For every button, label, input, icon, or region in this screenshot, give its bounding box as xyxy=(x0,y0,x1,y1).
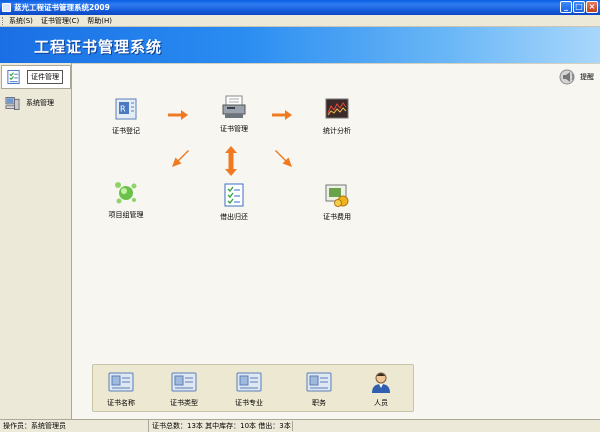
maximize-button[interactable]: □ xyxy=(573,1,585,13)
header-banner: 工程证书管理系统 xyxy=(0,27,600,63)
menu-system[interactable]: 系统(S) xyxy=(7,16,39,26)
chart-icon xyxy=(325,98,349,119)
module-label: 借出归还 xyxy=(220,213,248,221)
computer-icon xyxy=(5,97,20,110)
arrow-down-left-icon xyxy=(172,150,189,167)
base-label: 职务 xyxy=(312,399,326,407)
base-label: 证书专业 xyxy=(235,399,263,407)
sidebar-item-system[interactable]: 系统管理 xyxy=(1,91,71,115)
status-divider xyxy=(292,421,293,431)
base-label: 证书名称 xyxy=(107,399,135,407)
reminder-label: 提醒 xyxy=(580,73,594,81)
module-statistics[interactable]: 统计分析 xyxy=(307,96,367,136)
banner-title: 工程证书管理系统 xyxy=(34,38,163,56)
menu-certificate[interactable]: 证书管理(C) xyxy=(39,16,85,26)
arrow-down-right-icon xyxy=(275,150,292,167)
module-label: 证书费用 xyxy=(323,213,351,221)
base-position[interactable]: 职务 xyxy=(294,371,344,408)
base-personnel[interactable]: 人员 xyxy=(356,371,406,408)
app-icon xyxy=(2,3,11,12)
id-card-icon xyxy=(306,372,332,392)
speaker-icon xyxy=(559,69,575,85)
group-icon xyxy=(115,182,137,204)
module-project-group[interactable]: 项目组管理 xyxy=(96,180,156,220)
module-register[interactable]: R 证书登记 xyxy=(96,96,156,136)
base-label: 证书类型 xyxy=(170,399,198,407)
base-label: 人员 xyxy=(374,399,388,407)
window-title: 蓝光工程证书管理系统2009 xyxy=(14,3,110,12)
module-manage[interactable]: 证书管理 xyxy=(204,94,264,134)
id-card-icon xyxy=(236,372,262,392)
checklist-icon xyxy=(224,183,244,207)
close-button[interactable]: × xyxy=(586,1,598,13)
status-summary: 证书总数：13本 其中库存：10本 借出：3本 xyxy=(148,420,291,432)
module-label: 证书管理 xyxy=(220,125,248,133)
window-controls: _ □ × xyxy=(560,1,598,13)
reminder-button[interactable]: 提醒 xyxy=(559,69,594,85)
module-label: 项目组管理 xyxy=(108,211,144,219)
arrow-vertical-icon xyxy=(225,146,237,176)
id-card-icon xyxy=(171,372,197,392)
svg-text:R: R xyxy=(120,105,126,114)
menu-bar: 系统(S) 证书管理(C) 帮助(H) xyxy=(0,15,600,27)
arrow-right-icon xyxy=(272,110,292,120)
base-cert-type[interactable]: 证书类型 xyxy=(159,371,209,408)
status-operator: 操作员：系统管理员 xyxy=(3,422,66,430)
certificate-fee-icon xyxy=(325,184,349,207)
checklist-icon xyxy=(7,69,20,85)
person-icon xyxy=(372,372,390,393)
base-cert-major[interactable]: 证书专业 xyxy=(224,371,274,408)
menu-grip xyxy=(2,16,4,25)
scanner-icon xyxy=(222,95,246,118)
menu-help[interactable]: 帮助(H) xyxy=(85,16,118,26)
register-icon: R xyxy=(115,98,137,120)
module-label: 统计分析 xyxy=(323,127,351,135)
minimize-button[interactable]: _ xyxy=(560,1,572,13)
id-card-icon xyxy=(108,372,134,392)
module-fees[interactable]: 证书费用 xyxy=(307,182,367,222)
module-label: 证书登记 xyxy=(112,127,140,135)
title-bar[interactable]: 蓝光工程证书管理系统2009 _ □ × xyxy=(0,0,600,15)
base-cert-name[interactable]: 证书名称 xyxy=(96,371,146,408)
status-bar: 操作员：系统管理员 证书总数：13本 其中库存：10本 借出：3本 xyxy=(0,419,600,432)
main-panel: 提醒 R 证书登记 证书管理 统计分析 项目组管理 借出归还 证书费用 证书名称… xyxy=(72,63,600,419)
base-data-panel: 证书名称 证书类型 证书专业 职务 人员 xyxy=(92,364,414,412)
sidebar-item-label: 证件管理 xyxy=(27,70,63,84)
sidebar: 证件管理 系统管理 xyxy=(0,63,72,419)
sidebar-item-label: 系统管理 xyxy=(26,99,54,107)
sidebar-item-certificate[interactable]: 证件管理 xyxy=(1,65,71,89)
arrow-right-icon xyxy=(168,110,188,120)
module-borrow-return[interactable]: 借出归还 xyxy=(204,182,264,222)
